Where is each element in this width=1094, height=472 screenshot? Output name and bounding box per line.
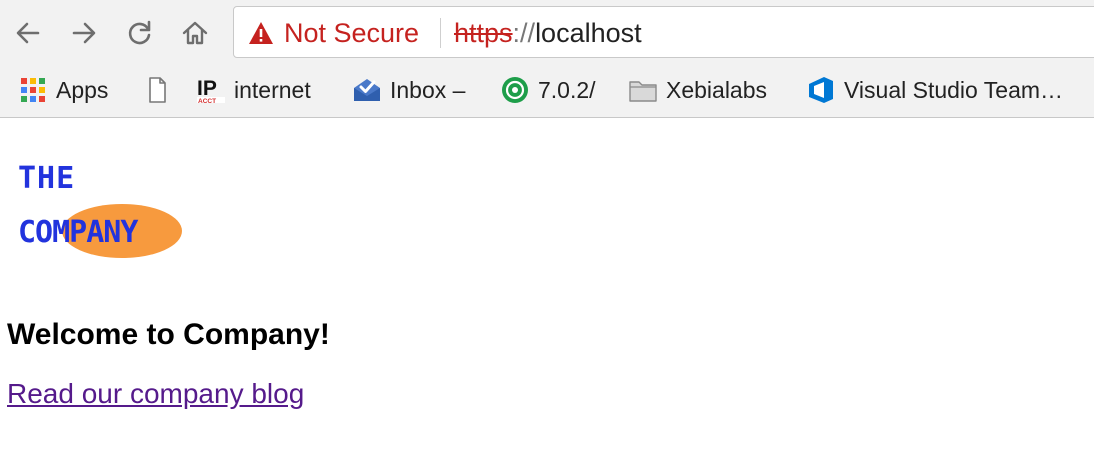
bookmark-label: Inbox –: [390, 76, 466, 103]
green-circle-icon: [500, 75, 530, 105]
apps-grid-icon: [18, 75, 48, 105]
bookmark-label: 7.0.2/: [538, 76, 596, 103]
bookmark-page[interactable]: [142, 74, 180, 106]
home-icon: [182, 21, 208, 45]
bookmarks-bar: Apps IP ACCT internet Inbox – 7.0.2/ Xeb…: [0, 66, 1094, 114]
url-separator: ://: [512, 18, 536, 48]
bookmark-label: Apps: [56, 76, 109, 103]
url-scheme: https: [454, 18, 513, 48]
bookmark-apps[interactable]: Apps: [18, 74, 108, 106]
home-button[interactable]: [177, 15, 213, 51]
inbox-icon: [352, 75, 382, 105]
visual-studio-icon: [806, 75, 836, 105]
arrow-right-icon: [72, 22, 96, 44]
svg-text:ACCT: ACCT: [198, 98, 216, 105]
folder-icon: [628, 75, 658, 105]
bookmark-label: internet: [234, 76, 311, 103]
security-status-label[interactable]: Not Secure: [284, 18, 419, 49]
svg-text:IP: IP: [197, 77, 217, 100]
company-blog-link[interactable]: Read our company blog: [7, 378, 304, 410]
svg-text:THE: THE: [18, 161, 75, 196]
bookmark-visual-studio[interactable]: Visual Studio Team…: [806, 74, 1063, 106]
url-host: localhost: [535, 18, 642, 48]
back-button[interactable]: [10, 15, 46, 51]
arrow-left-icon: [16, 22, 40, 44]
ip-acct-icon: IP ACCT: [196, 75, 226, 105]
reload-button[interactable]: [122, 15, 158, 51]
browser-chrome: Not Secure https://localhost Apps IP ACC…: [0, 0, 1094, 118]
bookmark-label: Xebialabs: [666, 76, 768, 103]
reload-icon: [128, 20, 151, 45]
page-icon: [142, 75, 172, 105]
omnibox-divider: [440, 18, 441, 48]
bookmark-xebialabs[interactable]: Xebialabs: [628, 74, 767, 106]
address-bar[interactable]: Not Secure https://localhost: [233, 6, 1094, 58]
page-heading: Welcome to Company!: [7, 318, 330, 351]
svg-text:COMPANY: COMPANY: [18, 215, 138, 250]
warning-icon: [249, 22, 273, 44]
url-text[interactable]: https://localhost: [454, 18, 642, 49]
forward-button[interactable]: [66, 15, 102, 51]
bookmark-version[interactable]: 7.0.2/: [500, 74, 596, 106]
bookmark-label: Visual Studio Team…: [844, 76, 1064, 103]
bookmark-inbox[interactable]: Inbox –: [352, 74, 465, 106]
bookmark-internet[interactable]: IP ACCT internet: [196, 74, 311, 106]
company-logo: THE COMPANY: [18, 161, 182, 258]
